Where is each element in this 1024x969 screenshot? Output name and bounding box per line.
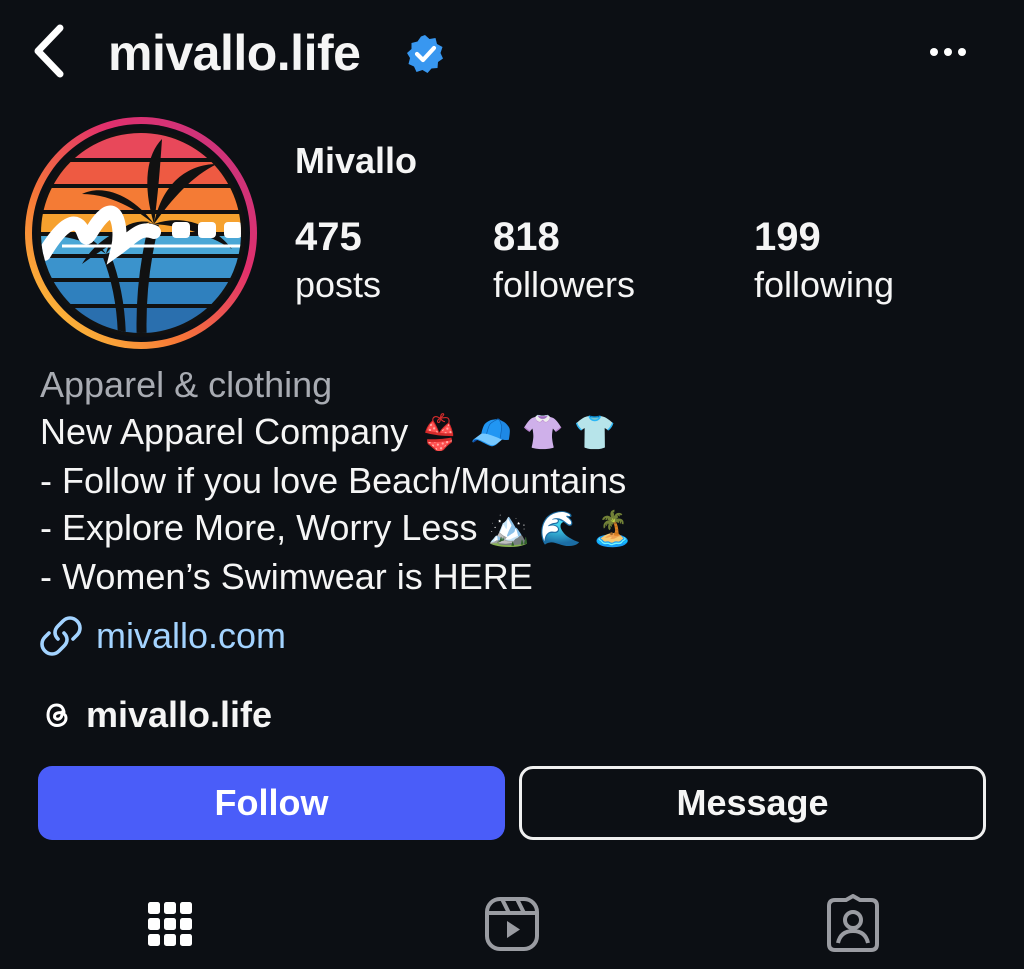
stat-posts-count: 475 [295, 215, 362, 259]
website-link[interactable]: mivallo.com [40, 612, 286, 660]
stat-posts[interactable]: 475 posts [295, 214, 381, 310]
threads-handle: mivallo.life [86, 694, 273, 735]
tab-reels[interactable] [482, 894, 542, 954]
tagged-person-icon [827, 894, 879, 952]
message-button[interactable]: Message [519, 766, 986, 840]
verified-badge-icon [407, 35, 443, 73]
stat-followers-count: 818 [493, 215, 560, 259]
profile-tab-bar [0, 880, 1024, 969]
threads-badge[interactable]: mivallo.life [40, 692, 272, 738]
grid-icon [148, 902, 192, 946]
stat-following-label: following [754, 264, 895, 305]
chevron-left-icon [34, 24, 64, 78]
profile-bio: Apparel & clothing New Apparel Company 👙… [40, 362, 1000, 600]
bio-line: - Women’s Swimwear is HERE [40, 556, 533, 597]
more-options-button[interactable] [926, 40, 970, 64]
link-icon [40, 616, 82, 656]
tab-posts-grid[interactable] [140, 894, 200, 954]
tab-tagged[interactable] [823, 894, 883, 954]
threads-icon [46, 703, 68, 728]
profile-category: Apparel & clothing [40, 364, 333, 405]
stat-following[interactable]: 199 following [754, 214, 894, 310]
bio-line: New Apparel Company 👙 🧢 👚 👕 [40, 408, 1000, 457]
back-button[interactable] [28, 22, 72, 82]
ellipsis-icon [930, 48, 966, 56]
top-bar: mivallo.life [0, 0, 1024, 110]
profile-display-name: Mivallo [295, 140, 418, 181]
website-link-text[interactable]: mivallo.com [96, 615, 286, 657]
page-title-username: mivallo.life [108, 25, 361, 81]
bio-line: - Explore More, Worry Less 🏔️ 🌊 🏝️ [40, 504, 1000, 553]
avatar-logo-image [25, 117, 257, 349]
profile-avatar[interactable] [22, 114, 260, 352]
reels-icon [485, 897, 539, 951]
nature-emojis: 🏔️ 🌊 🏝️ [487, 510, 634, 548]
stat-following-count: 199 [754, 215, 821, 259]
follow-button[interactable]: Follow [38, 766, 505, 840]
bio-line-text: - Explore More, Worry Less [40, 507, 478, 548]
stat-followers[interactable]: 818 followers [493, 214, 635, 310]
stat-posts-label: posts [295, 264, 382, 305]
bio-line-text: New Apparel Company [40, 411, 409, 452]
apparel-emojis: 👙 🧢 👚 👕 [418, 414, 616, 452]
stat-followers-label: followers [493, 264, 636, 305]
bio-line: - Follow if you love Beach/Mountains [40, 460, 627, 501]
